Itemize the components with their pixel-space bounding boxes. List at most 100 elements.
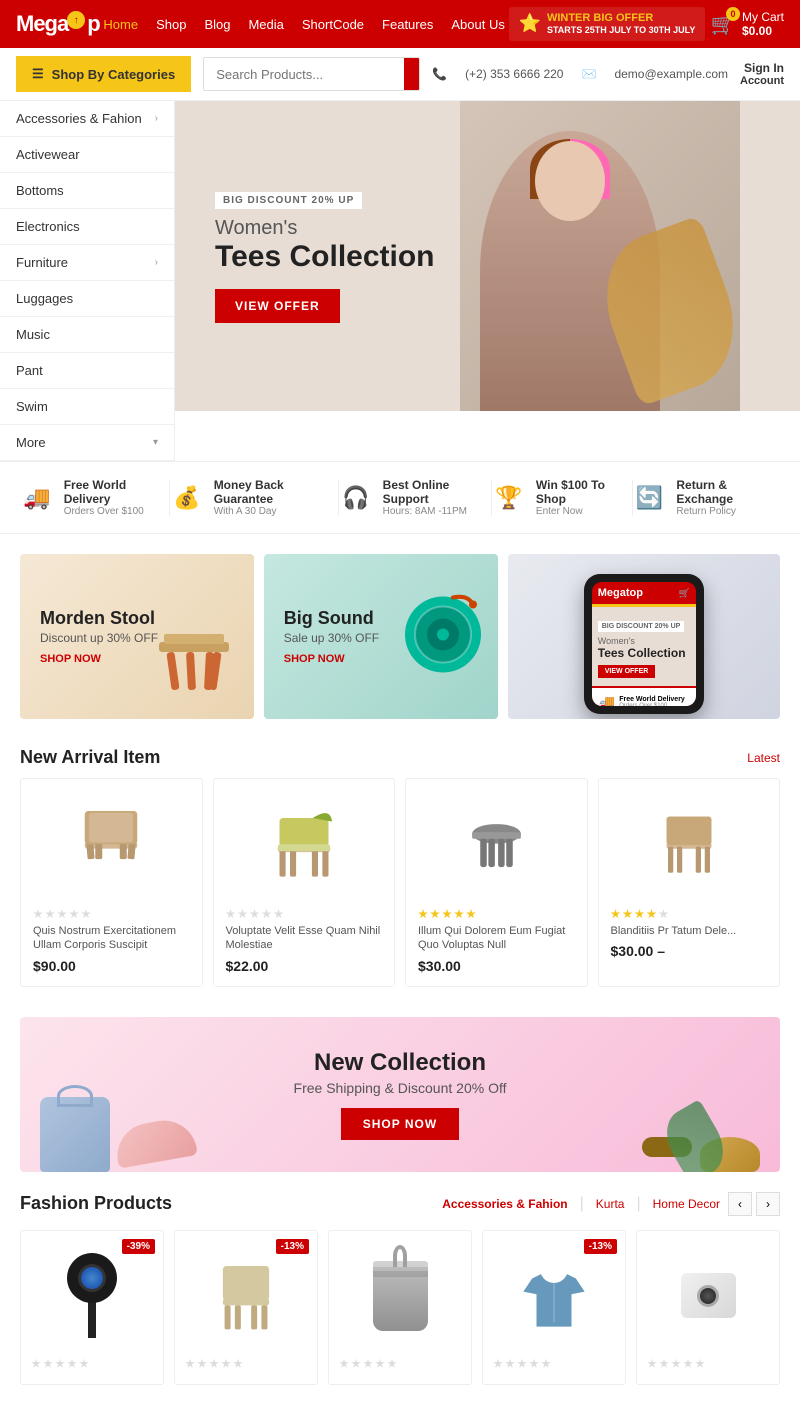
phone-hero-area: BIG DISCOUNT 20% UP Women's Tees Collect… [592, 607, 696, 686]
nav-shortcode[interactable]: ShortCode [302, 17, 364, 32]
money-back-icon: 💰 [170, 480, 204, 516]
hero-badge: BIG DISCOUNT 20% UP [215, 192, 362, 209]
fashion-stars-1 [31, 1359, 153, 1369]
cart-label-area: My Cart $0.00 [742, 10, 784, 38]
nav-home[interactable]: Home [103, 17, 138, 32]
fashion-stars-3 [339, 1359, 461, 1369]
sidebar-item-more[interactable]: More ▾ [0, 425, 174, 461]
promo-card-stool: Morden Stool Discount up 30% OFF SHOP NO… [20, 554, 254, 719]
product-price-3: $30.00 [418, 958, 575, 974]
sign-in-label: Sign In [740, 61, 784, 75]
phone-delivery: 🚚 Free World Delivery Orders Over $100 [592, 688, 696, 706]
banner-shop-button[interactable]: SHOP NOW [341, 1108, 459, 1140]
new-arrivals-grid: Quis Nostrum Exercitationem Ullam Corpor… [0, 778, 800, 1007]
star-2 [623, 909, 633, 919]
phone-badge: BIG DISCOUNT 20% UP [598, 621, 685, 632]
speaker-image [398, 589, 488, 684]
tab-home-decor[interactable]: Home Decor [653, 1197, 720, 1211]
product-image-3 [418, 791, 575, 901]
prev-arrow-button[interactable]: ‹ [728, 1192, 752, 1216]
product-image-4 [611, 791, 768, 901]
sidebar-item-bottoms[interactable]: Bottoms [0, 173, 174, 209]
camera-body [67, 1253, 117, 1303]
hero-banner: BIG DISCOUNT 20% UP Women's Tees Collect… [175, 101, 800, 411]
search-button[interactable]: 🔍 [404, 58, 420, 90]
phone-subtitle: Women's [598, 636, 690, 646]
fashion-products-section: Fashion Products Accessories & Fahion | … [0, 1192, 800, 1405]
chevron-down-icon: ▾ [153, 437, 158, 448]
hero-content: BIG DISCOUNT 20% UP Women's Tees Collect… [215, 190, 435, 323]
fashion-stars-5 [647, 1359, 769, 1369]
phone-delivery-text: Free World Delivery Orders Over $100 [619, 696, 685, 706]
product-name-2: Voluptate Velit Esse Quam Nihil Molestia… [226, 924, 383, 953]
basket-stripe-2 [373, 1271, 428, 1277]
nav-features[interactable]: Features [382, 17, 433, 32]
nav-shop[interactable]: Shop [156, 17, 186, 32]
feature-money-back: 💰 Money Back Guarantee With A 30 Day [170, 478, 338, 517]
fashion-stars-4 [493, 1359, 615, 1369]
banner-title: New Collection [294, 1049, 507, 1077]
star-1 [611, 909, 621, 919]
logo-text2: p [87, 11, 99, 37]
search-input[interactable] [204, 58, 404, 90]
nav-blog[interactable]: Blog [204, 17, 230, 32]
shirt-svg [519, 1261, 589, 1331]
fashion-products-header: Fashion Products Accessories & Fahion | … [20, 1192, 780, 1216]
delivery-icon: 🚚 [20, 480, 54, 516]
feature-delivery: 🚚 Free World Delivery Orders Over $100 [20, 478, 169, 517]
sidebar-item-activewear[interactable]: Activewear [0, 137, 174, 173]
cart-amount: $0.00 [742, 24, 784, 38]
camera-lens [78, 1264, 106, 1292]
cart-area[interactable]: 🛒 0 My Cart $0.00 [709, 10, 784, 38]
return-icon: 🔄 [633, 480, 667, 516]
white-camera-lens [697, 1285, 719, 1307]
brand-logo[interactable]: Mega p [16, 11, 100, 37]
phone-cta: VIEW OFFER [598, 665, 656, 678]
nav-media[interactable]: Media [248, 17, 283, 32]
support-icon: 🎧 [339, 480, 373, 516]
sign-in-button[interactable]: Sign In Account [740, 61, 784, 87]
sidebar-item-pant[interactable]: Pant [0, 353, 174, 389]
phone-delivery-icon: 🚚 [598, 694, 615, 706]
offer-text: WINTER BIG OFFER STARTS 25TH JULY TO 30T… [547, 11, 695, 37]
sidebar-item-luggages[interactable]: Luggages [0, 281, 174, 317]
sidebar-item-swim[interactable]: Swim [0, 389, 174, 425]
promo-card-sound: Big Sound Sale up 30% OFF SHOP NOW [264, 554, 498, 719]
feature-support-text: Best Online Support Hours: 8AM -11PM [383, 478, 492, 517]
camera-mount-shape [67, 1253, 117, 1338]
fashion-card-1: -39% [20, 1230, 164, 1385]
fashion-card-3 [328, 1230, 472, 1385]
email-address: demo@example.com [614, 67, 728, 81]
fashion-image-1 [31, 1241, 153, 1351]
sidebar-item-electronics[interactable]: Electronics [0, 209, 174, 245]
feature-support: 🎧 Best Online Support Hours: 8AM -11PM [339, 478, 491, 517]
hero-background [460, 101, 740, 411]
shop-categories-button[interactable]: ☰ Shop By Categories [16, 56, 191, 92]
product-name-3: Illum Qui Dolorem Eum Fugiat Quo Volupta… [418, 924, 575, 953]
secondary-navigation: ☰ Shop By Categories 🔍 📞 (+2) 353 6666 2… [0, 48, 800, 101]
winter-offer-banner: ⭐ WINTER BIG OFFER STARTS 25TH JULY TO 3… [509, 7, 706, 41]
next-arrow-button[interactable]: › [756, 1192, 780, 1216]
product-stars-4 [611, 909, 768, 919]
hero-view-offer-button[interactable]: VIEW OFFER [215, 289, 340, 323]
fashion-stars-2 [185, 1359, 307, 1369]
fashion-title: Fashion Products [20, 1193, 172, 1214]
top-navigation: Mega p Home Shop Blog Media ShortCode Fe… [0, 0, 800, 48]
latest-link[interactable]: Latest [747, 751, 780, 765]
sidebar-item-accessories[interactable]: Accessories & Fahion › [0, 101, 174, 137]
product-name-1: Quis Nostrum Exercitationem Ullam Corpor… [33, 924, 190, 953]
phone-title: Tees Collection [598, 646, 690, 660]
tab-kurta[interactable]: Kurta [596, 1197, 625, 1211]
chair2-svg [269, 801, 339, 891]
product-price-4: $30.00 – [611, 943, 768, 959]
nav-about[interactable]: About Us [451, 17, 504, 32]
phone-screen-header: Megatop 🛒 [592, 582, 696, 604]
fashion-tabs: Accessories & Fahion | Kurta | Home Deco… [442, 1195, 720, 1213]
tab-accessories[interactable]: Accessories & Fahion [442, 1197, 567, 1211]
stool-image [149, 624, 239, 704]
sidebar: Accessories & Fahion › Activewear Bottom… [0, 101, 175, 461]
chevron-right-icon: › [155, 113, 158, 124]
banner-center-content: New Collection Free Shipping & Discount … [294, 1049, 507, 1140]
sidebar-item-furniture[interactable]: Furniture › [0, 245, 174, 281]
sidebar-item-music[interactable]: Music [0, 317, 174, 353]
